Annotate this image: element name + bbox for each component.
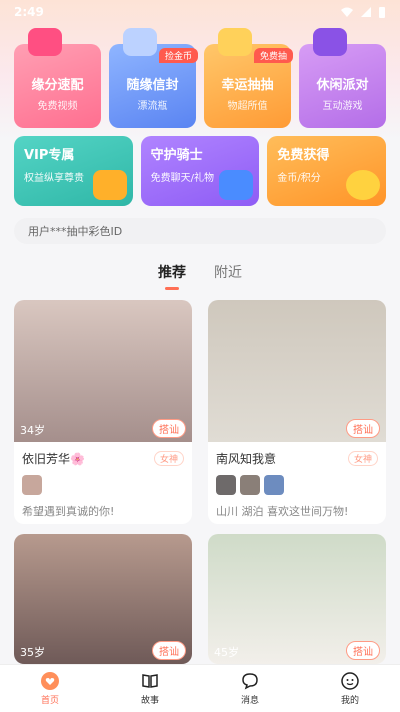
bottom-nav: 首页 故事 消息 我的 [0,664,400,712]
banner-guard[interactable]: 守护骑士 免费聊天/礼物 [140,136,260,206]
heart-gift-icon [28,28,62,56]
profile-card[interactable]: 45岁 搭讪 [208,534,386,664]
feature-subtitle: 漂流瓶 [137,101,168,112]
profile-name: 南风知我意 [216,452,277,466]
feature-subtitle: 互动游戏 [322,101,363,112]
battery-icon [379,6,385,18]
banner-title: 守护骑士 [150,148,203,163]
photo-thumbs [216,475,378,495]
tab-nearby[interactable]: 附近 [214,262,242,282]
nav-label: 我的 [340,696,359,706]
feature-subtitle: 物超所值 [227,101,268,112]
gift-icon [219,170,254,200]
photo-thumb[interactable] [264,475,284,495]
feature-subtitle: 免费视频 [37,101,78,112]
profile-photo[interactable]: 45岁 搭讪 [208,534,386,664]
goddess-tag: 女神 [153,451,184,466]
feature-grid: 缘分速配 免费视频 捡金币 随缘信封 漂流瓶 免费抽 幸运抽抽 物超所值 休闲派… [14,28,386,128]
photo-thumbs [22,475,184,495]
book-icon [140,671,160,691]
photo-thumb[interactable] [240,475,260,495]
banner-title: 免费获得 [277,148,330,163]
chat-icon [240,671,260,691]
wifi-icon [341,7,353,17]
feature-card-party[interactable]: 休闲派对 互动游戏 [299,28,386,128]
feature-title: 幸运抽抽 [221,78,274,93]
feed-tabs: 推荐 附近 [0,262,400,282]
feature-badge: 免费抽 [253,48,293,63]
banner-title: VIP专属 [24,148,75,163]
notice-bar: 用户***抽中彩色ID [14,218,386,244]
feature-card-match[interactable]: 缘分速配 免费视频 [14,28,101,128]
profile-card[interactable]: 搭讪 南风知我意 女神 山川 湖泊 喜欢这世间万物! [208,300,386,524]
nav-profile[interactable]: 我的 [340,671,360,706]
nav-messages[interactable]: 消息 [240,671,260,706]
age-label: 45岁 [214,646,239,659]
greet-button[interactable]: 搭讪 [152,641,186,660]
banner-vip[interactable]: VIP专属 权益纵享尊贵 [14,136,133,206]
nav-story[interactable]: 故事 [140,671,160,706]
profile-bio: 希望遇到真诚的你! [22,505,115,518]
envelope-icon [123,28,157,56]
nav-label: 消息 [240,696,259,706]
notice-text: 用户***抽中彩色ID [28,225,123,238]
feature-title: 缘分速配 [31,78,84,93]
feature-badge: 捡金币 [158,48,198,63]
nav-home[interactable]: 首页 [40,671,60,706]
greet-button[interactable]: 搭讪 [152,419,186,438]
status-bar: 2:49 [0,0,400,24]
profile-feed: 34岁 搭讪 依旧芳华🌸 女神 希望遇到真诚的你! 搭讪 南风知我意 女神 山川… [14,300,386,664]
signal-icon [361,7,371,17]
status-time: 2:49 [14,5,44,19]
profile-card[interactable]: 34岁 搭讪 依旧芳华🌸 女神 希望遇到真诚的你! [14,300,192,524]
photo-thumb[interactable] [216,475,236,495]
photo-thumb[interactable] [22,475,42,495]
greet-button[interactable]: 搭讪 [346,641,380,660]
greet-button[interactable]: 搭讪 [346,419,380,438]
nav-label: 故事 [140,696,159,706]
banner-grid: VIP专属 权益纵享尊贵 守护骑士 免费聊天/礼物 免费获得 金币/积分 [14,136,387,206]
banner-free[interactable]: 免费获得 金币/积分 [267,136,387,206]
tab-recommend[interactable]: 推荐 [158,262,186,282]
profile-photo[interactable]: 34岁 搭讪 [14,300,192,442]
age-label: 35岁 [20,646,45,659]
feature-card-lottery[interactable]: 免费抽 幸运抽抽 物超所值 [204,28,293,128]
profile-photo[interactable]: 35岁 搭讪 [14,534,192,664]
profile-name: 依旧芳华🌸 [22,452,85,466]
crown-icon [92,170,127,200]
profile-icon [340,671,360,691]
feature-title: 休闲派对 [316,78,369,93]
profile-bio: 山川 湖泊 喜欢这世间万物! [216,505,349,518]
home-icon [40,671,60,691]
goddess-tag: 女神 [347,451,378,466]
profile-photo[interactable]: 搭讪 [208,300,386,442]
nav-label: 首页 [40,696,59,706]
profile-card[interactable]: 35岁 搭讪 [14,534,192,664]
gift-box-icon [218,28,252,56]
coin-icon [346,170,381,200]
feature-card-envelope[interactable]: 捡金币 随缘信封 漂流瓶 [109,28,198,128]
age-label: 34岁 [20,424,45,437]
gamepad-icon [313,28,347,56]
feature-title: 随缘信封 [126,78,179,93]
status-icons [340,6,386,19]
